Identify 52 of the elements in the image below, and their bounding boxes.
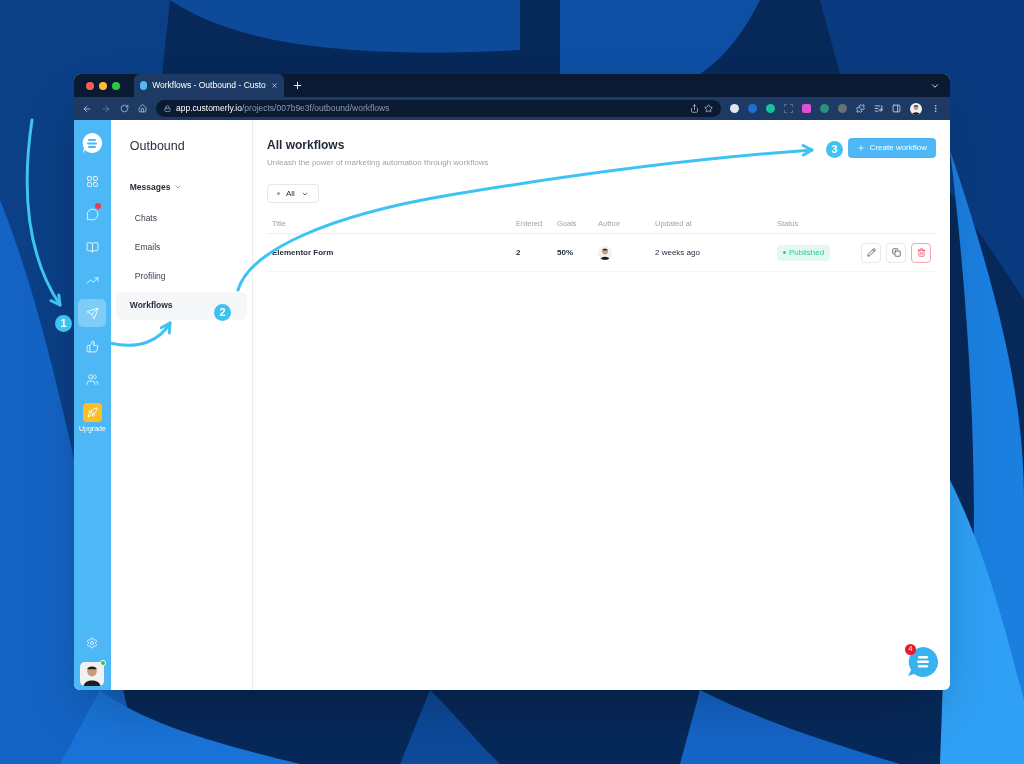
browser-tab[interactable]: Workflows - Outbound - Custo [134, 74, 284, 97]
avatar [598, 245, 612, 260]
sidebar-item[interactable]: Profiling [115, 262, 247, 291]
settings-icon[interactable] [86, 637, 99, 649]
table-cell-text: 2 weeks ago [655, 246, 701, 259]
upgrade-button[interactable] [82, 403, 102, 422]
chat-icon [85, 207, 99, 221]
messages-group[interactable]: Messages [129, 180, 247, 194]
sidebar-item[interactable]: Emails [115, 233, 247, 262]
table-cell-text: 50% [557, 246, 574, 259]
forward-icon[interactable] [101, 103, 111, 114]
media-icon[interactable] [874, 104, 883, 113]
rocket-icon [86, 407, 98, 418]
book-icon [85, 240, 99, 254]
new-tab-icon[interactable] [292, 80, 303, 91]
table-cell-text: Elementor Form [272, 246, 335, 259]
status-badge: Published [777, 244, 831, 261]
site-favicon [140, 81, 148, 90]
bookmark-star-icon[interactable] [704, 104, 713, 113]
avatar [910, 102, 922, 115]
reload-icon[interactable] [120, 104, 129, 113]
copy-icon [891, 248, 901, 257]
lock-icon [164, 105, 171, 112]
trash-icon [916, 248, 926, 257]
section-title: Outbound [129, 138, 186, 155]
menu-icon[interactable] [931, 104, 940, 113]
table-cell-text: 2 [516, 246, 522, 259]
url-text: app.customerly.io/projects/007b9e3f/outbound/workflows [176, 102, 390, 115]
extensions-icon[interactable] [856, 104, 865, 113]
sidebar-item[interactable]: Chats [115, 204, 247, 233]
grid-icon [85, 174, 99, 188]
duplicate-button[interactable] [886, 242, 906, 263]
rail-item[interactable] [78, 299, 107, 327]
thumbs-up-icon [85, 339, 99, 353]
plus-icon [856, 144, 865, 152]
logo-icon[interactable] [81, 132, 104, 155]
filter-dropdown[interactable]: All [267, 184, 319, 203]
close-icon[interactable] [270, 81, 278, 90]
send-icon [85, 306, 99, 320]
back-icon[interactable] [82, 103, 92, 114]
annotation-arrow [108, 321, 172, 347]
edit-button[interactable] [861, 242, 881, 263]
share-icon[interactable] [690, 104, 699, 113]
avatar [80, 662, 105, 686]
home-icon[interactable] [138, 104, 147, 113]
pencil-icon [866, 248, 876, 257]
users-icon [85, 372, 99, 386]
delete-button[interactable] [911, 242, 931, 263]
side-panel-icon[interactable] [892, 104, 901, 113]
page-subtitle: Unleash the power of marketing automation through workflows [267, 157, 489, 169]
page-title: All workflows [267, 137, 346, 154]
address-bar[interactable]: app.customerly.io/projects/007b9e3f/outbound/workflows [156, 100, 721, 117]
